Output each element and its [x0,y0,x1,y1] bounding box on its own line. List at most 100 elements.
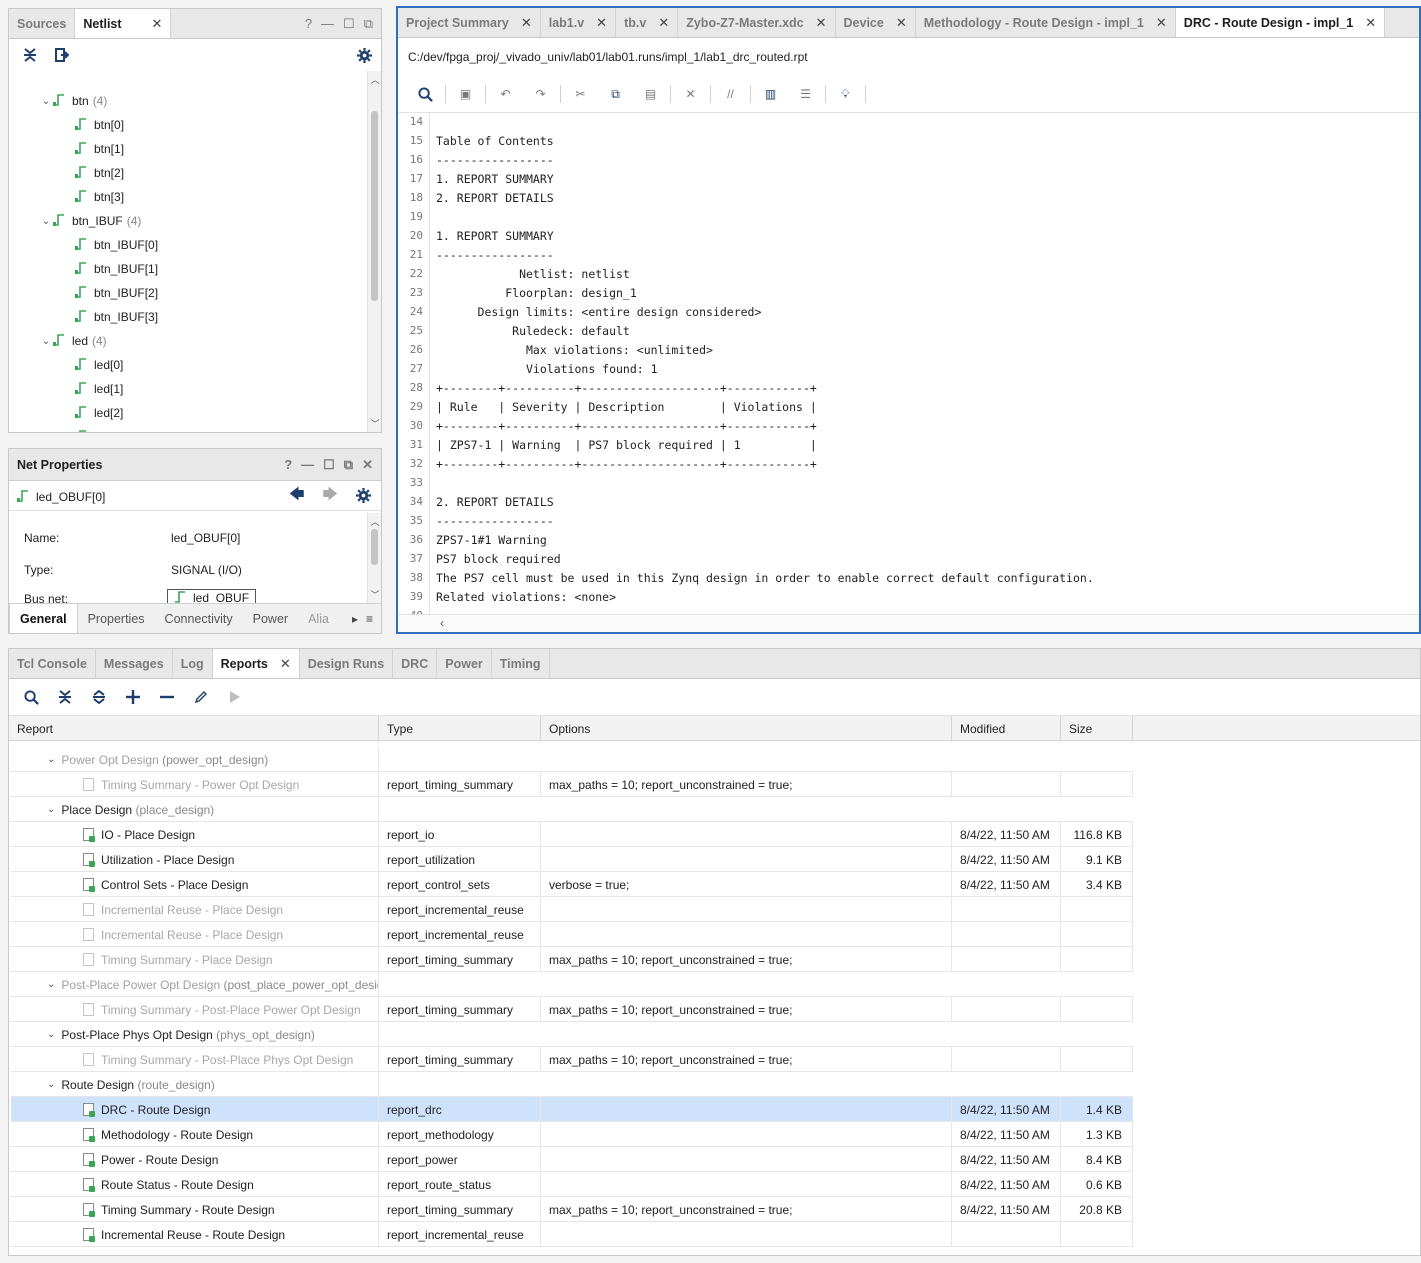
column-view-icon[interactable]: ▥ [753,84,788,104]
paste-icon[interactable]: ▤ [633,84,668,104]
report-row[interactable]: Control Sets - Place Design report_contro… [11,872,1133,897]
restore-icon[interactable]: ☐ [343,16,355,32]
tree-group-row[interactable]: ⌄ btn_IBUF (4) [39,209,142,233]
undo-icon[interactable]: ↶ [488,84,523,104]
copy-icon[interactable]: ⧉ [598,84,633,104]
bottom-tab[interactable]: Power [437,649,492,678]
minimize-icon[interactable]: — [321,16,334,31]
bottom-tab[interactable]: Tcl Console [9,649,96,678]
netlist-scrollbar[interactable]: ︿ ﹀ [367,71,381,432]
collapse-all-icon[interactable] [53,688,77,706]
tree-net-row[interactable]: btn_IBUF[1] [75,257,158,281]
chevron-down-icon[interactable]: ⌄ [39,216,53,227]
scrollbar-thumb[interactable] [371,111,378,301]
redo-icon[interactable]: ↷ [523,84,558,104]
editor-tab[interactable]: lab1.v ✕ [541,8,617,37]
report-row[interactable]: Incremental Reuse - Place Design report_i… [11,922,1133,947]
search-icon[interactable] [408,84,443,104]
expand-icon[interactable] [53,46,71,64]
cut-icon[interactable]: ✂ [563,84,598,104]
column-header-type[interactable]: Type [379,716,541,742]
tree-net-row[interactable]: led[0] [75,353,123,377]
bottom-tab[interactable]: Log [173,649,213,678]
column-header-report[interactable]: Report [9,716,379,742]
close-icon[interactable]: ✕ [521,15,532,31]
report-row[interactable]: Incremental Reuse - Place Design report_i… [11,897,1133,922]
close-icon[interactable]: ✕ [152,16,163,32]
save-icon[interactable]: ▣ [448,84,483,104]
tree-net-row[interactable]: btn[3] [75,185,124,209]
chevron-down-icon[interactable]: ⌄ [47,1079,55,1090]
chevron-down-icon[interactable]: ⌄ [39,96,53,107]
scroll-up-icon[interactable]: ︿ [368,73,381,86]
tree-net-row[interactable]: led[2] [75,401,123,425]
tree-net-row[interactable]: btn[2] [75,161,124,185]
report-group-row[interactable]: ⌄ Power Opt Design (power_opt_design) [11,747,1133,772]
editor-tab[interactable]: Project Summary ✕ [398,8,541,37]
report-group-row[interactable]: ⌄ Route Design (route_design) [11,1072,1133,1097]
column-header-modified[interactable]: Modified [952,716,1061,742]
run-icon[interactable] [223,688,247,706]
scroll-left-icon[interactable]: ‹ [440,616,444,630]
report-group-row[interactable]: ⌄ Post-Place Power Opt Design (post_place… [11,972,1133,997]
close-icon[interactable]: ✕ [896,15,907,31]
chevron-down-icon[interactable]: ⌄ [47,754,55,765]
tree-group-row[interactable]: ⌄ btn (4) [39,89,108,113]
tree-net-row[interactable]: btn[1] [75,137,124,161]
report-row[interactable]: Incremental Reuse - Route Design report_i… [11,1222,1133,1247]
float-icon[interactable]: ⧉ [344,457,353,473]
close-icon[interactable]: ✕ [1365,15,1376,31]
tree-group-row[interactable]: ⌄ led (4) [39,329,107,353]
column-header-options[interactable]: Options [541,716,952,742]
report-row[interactable]: Timing Summary - Post-Place Phys Opt Des… [11,1047,1133,1072]
report-row[interactable]: Route Status - Route Design report_route_… [11,1172,1133,1197]
bottom-tab[interactable]: Reports ✕ [212,649,300,678]
close-icon[interactable]: ✕ [280,656,291,672]
search-icon[interactable] [19,688,43,706]
tree-net-row[interactable]: btn_IBUF[0] [75,233,158,257]
report-row[interactable]: Timing Summary - Power Opt Design report_… [11,772,1133,797]
editor-tab[interactable]: DRC - Route Design - impl_1 ✕ [1175,8,1386,37]
report-row[interactable]: Power - Route Design report_power 8/4/22, … [11,1147,1133,1172]
chevron-down-icon[interactable]: ⌄ [47,804,55,815]
tab-scroll-right-icon[interactable]: ▸ [352,612,358,626]
back-arrow-icon[interactable]: 🡄 [289,484,305,509]
report-group-row[interactable]: ⌄ Post-Place Phys Opt Design (phys_opt_de… [11,1022,1133,1047]
report-row[interactable]: Timing Summary - Place Design report_timi… [11,947,1133,972]
scrollbar-thumb[interactable] [371,529,378,565]
tree-net-row[interactable]: btn_IBUF[3] [75,305,158,329]
close-icon[interactable]: ✕ [658,15,669,31]
expand-all-icon[interactable] [87,688,111,706]
report-row[interactable]: IO - Place Design report_io 8/4/22, 11:50 … [11,822,1133,847]
collapse-all-icon[interactable] [21,46,39,64]
bottom-tab[interactable]: DRC [393,649,438,678]
gear-icon[interactable] [355,46,373,64]
tab-power[interactable]: Power [243,604,298,633]
scroll-down-icon[interactable]: ﹀ [368,588,381,601]
close-icon[interactable]: ✕ [1156,15,1167,31]
editor-tab[interactable]: Zybo-Z7-Master.xdc ✕ [678,8,836,37]
lightbulb-icon[interactable]: 💡︎ [828,84,863,104]
tab-general[interactable]: General [9,604,78,633]
editor-tab[interactable]: Methodology - Route Design - impl_1 ✕ [916,8,1176,37]
report-row[interactable]: Timing Summary - Route Design report_timi… [11,1197,1133,1222]
editor-tab[interactable]: Device ✕ [836,8,916,37]
report-text-area[interactable]: 14 15 16 17 18 19 20 21 22 23 24 25 26 27 28 29 30 31 32 33… [398,112,1419,614]
scroll-down-icon[interactable]: ﹀ [368,417,381,430]
report-row[interactable]: Timing Summary - Post-Place Power Opt De… [11,997,1133,1022]
report-group-row[interactable]: ⌄ Place Design (place_design) [11,797,1133,822]
restore-icon[interactable]: ☐ [323,457,335,473]
tab-aliases[interactable]: Alia [298,604,339,633]
comment-icon[interactable]: // [713,84,748,104]
edit-icon[interactable] [189,688,213,706]
tab-menu-icon[interactable]: ≡ [366,612,373,626]
chevron-down-icon[interactable]: ⌄ [47,1029,55,1040]
chevron-down-icon[interactable]: ⌄ [47,979,55,990]
float-icon[interactable]: ⧉ [364,16,373,32]
horizontal-scrollbar[interactable]: ‹ [398,614,1419,632]
chevron-down-icon[interactable]: ⌄ [39,336,53,347]
minimize-icon[interactable]: — [301,457,314,472]
close-icon[interactable]: ✕ [816,15,827,31]
indent-icon[interactable]: ☰ [788,84,823,104]
bottom-tab[interactable]: Timing [492,649,550,678]
